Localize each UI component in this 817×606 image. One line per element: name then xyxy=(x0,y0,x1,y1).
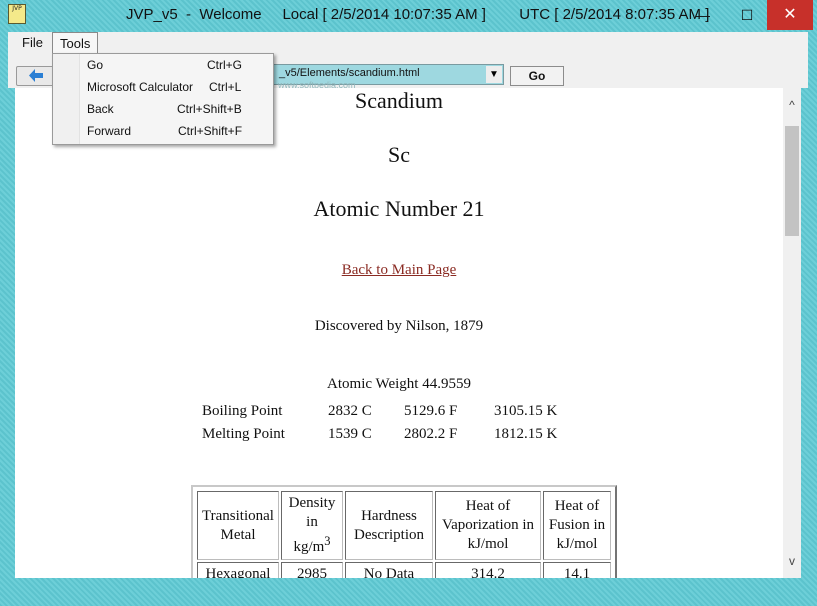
table-row: Hexagonal 2985 No Data 314.2 14.1 xyxy=(197,562,611,578)
boiling-point-label: Boiling Point xyxy=(202,403,283,419)
melting-point-k: 1812.15 K xyxy=(494,426,558,442)
properties-table: Transitional Metal Density in kg/m3 Hardne… xyxy=(191,485,617,578)
table-header: Density in kg/m3 xyxy=(281,491,343,560)
url-text: _v5/Elements/scandium.html xyxy=(279,67,420,79)
close-button[interactable]: ✕ xyxy=(767,0,813,30)
discovered-text: Discovered by Nilson, 1879 xyxy=(314,318,484,334)
scroll-thumb[interactable] xyxy=(785,126,799,236)
melting-point-c: 1539 C xyxy=(328,426,372,442)
vertical-scrollbar[interactable]: ^ v xyxy=(783,88,801,578)
boiling-point-c: 2832 C xyxy=(328,403,372,419)
app-window: JVP JVP_v5 - Welcome Local [ 2/5/2014 10… xyxy=(0,0,817,606)
maximize-button[interactable]: ☐ xyxy=(726,0,768,30)
menu-file[interactable]: File xyxy=(15,32,50,54)
element-symbol: Sc xyxy=(388,142,410,167)
menu-item-back[interactable]: Back Ctrl+Shift+B xyxy=(53,98,273,120)
tools-dropdown-menu: Go Ctrl+G Microsoft Calculator Ctrl+L Ba… xyxy=(52,53,274,145)
table-header-row: Transitional Metal Density in kg/m3 Hardne… xyxy=(197,491,611,560)
back-to-main-link[interactable]: Back to Main Page xyxy=(15,262,783,279)
app-icon[interactable]: JVP xyxy=(8,4,26,24)
title-bar[interactable]: JVP JVP_v5 - Welcome Local [ 2/5/2014 10… xyxy=(0,0,817,32)
menu-bar: File Tools xyxy=(8,32,808,54)
table-cell: 314.2 xyxy=(435,562,541,578)
minimize-button[interactable]: — xyxy=(682,0,724,30)
menu-item-forward[interactable]: Forward Ctrl+Shift+F xyxy=(53,120,273,142)
melting-point-label: Melting Point xyxy=(202,426,285,442)
web-content: Scandium Sc Atomic Number 21 Back to Mai… xyxy=(15,88,783,578)
table-header: Transitional Metal xyxy=(197,491,279,560)
go-button[interactable]: Go xyxy=(510,66,564,86)
table-header: Hardness Description xyxy=(345,491,433,560)
melting-point-f: 2802.2 F xyxy=(404,426,458,442)
menu-tools[interactable]: Tools xyxy=(52,32,99,54)
scroll-down-icon[interactable]: v xyxy=(783,554,801,570)
atomic-weight: Atomic Weight 44.9559 xyxy=(327,376,471,392)
menu-item-calculator[interactable]: Microsoft Calculator Ctrl+L xyxy=(53,76,273,98)
back-button[interactable] xyxy=(16,66,56,86)
table-header: Heat of Vaporization in kJ/mol xyxy=(435,491,541,560)
table-header: Heat of Fusion in kJ/mol xyxy=(543,491,611,560)
table-cell: Hexagonal xyxy=(197,562,279,578)
table-cell: 2985 xyxy=(281,562,343,578)
atomic-number: Atomic Number 21 xyxy=(313,196,485,221)
table-cell: No Data xyxy=(345,562,433,578)
chevron-down-icon[interactable]: ▼ xyxy=(486,66,502,83)
menu-item-go[interactable]: Go Ctrl+G xyxy=(53,54,273,76)
scroll-up-icon[interactable]: ^ xyxy=(783,98,801,114)
left-arrow-icon xyxy=(29,69,43,82)
boiling-point-k: 3105.15 K xyxy=(494,403,558,419)
boiling-point-f: 5129.6 F xyxy=(404,403,458,419)
window-title: JVP_v5 - Welcome Local [ 2/5/2014 10:07:… xyxy=(126,6,710,23)
table-cell: 14.1 xyxy=(543,562,611,578)
